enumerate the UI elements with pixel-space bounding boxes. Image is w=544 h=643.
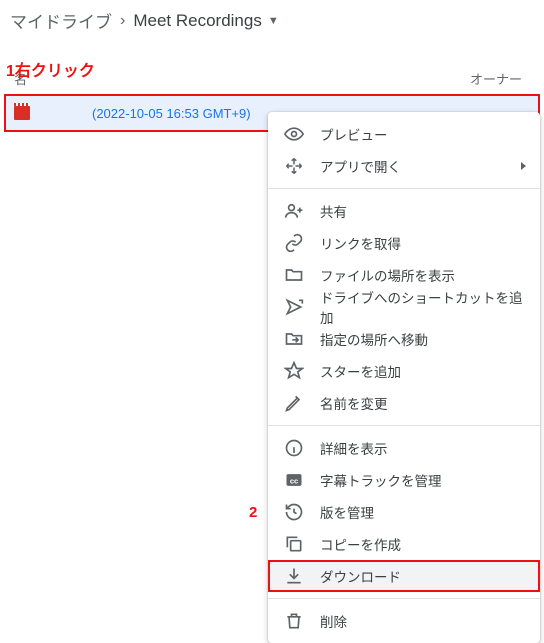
menu-add-shortcut[interactable]: ドライブへのショートカットを追加 (268, 291, 540, 323)
menu-label: 字幕トラックを管理 (320, 470, 442, 490)
menu-label: 名前を変更 (320, 393, 388, 413)
menu-label: ダウンロード (320, 566, 401, 586)
cc-icon: cc (284, 470, 304, 490)
video-file-icon (14, 106, 30, 120)
breadcrumb-root[interactable]: マイドライブ (10, 8, 112, 33)
chevron-right-icon: › (120, 12, 125, 30)
eye-icon (284, 124, 304, 144)
copy-icon (284, 534, 304, 554)
menu-open-with[interactable]: アプリで開く (268, 150, 540, 182)
menu-preview[interactable]: プレビュー (268, 118, 540, 150)
column-header-name[interactable]: 名 (14, 69, 470, 88)
menu-label: 版を管理 (320, 502, 374, 522)
info-icon (284, 438, 304, 458)
menu-label: ファイルの場所を表示 (320, 265, 455, 285)
menu-label: スターを追加 (320, 361, 401, 381)
list-header: 名 オーナー (0, 43, 544, 94)
annotation-step-2: 2 (249, 504, 257, 521)
menu-get-link[interactable]: リンクを取得 (268, 227, 540, 259)
menu-add-star[interactable]: スターを追加 (268, 355, 540, 387)
menu-label: 詳細を表示 (320, 438, 388, 458)
breadcrumb-current-label: Meet Recordings (133, 11, 262, 31)
menu-versions[interactable]: 版を管理 (268, 496, 540, 528)
person-add-icon (284, 201, 304, 221)
context-menu: プレビュー アプリで開く 共有 リンクを取得 ファイルの場所を表示 ドライブへの… (268, 112, 540, 643)
folder-icon (284, 265, 304, 285)
star-icon (284, 361, 304, 381)
shortcut-icon (284, 297, 304, 317)
trash-icon (284, 611, 304, 631)
history-icon (284, 502, 304, 522)
menu-label: 削除 (320, 611, 347, 631)
column-header-owner[interactable]: オーナー (470, 69, 530, 88)
menu-label: 指定の場所へ移動 (320, 329, 428, 349)
menu-captions[interactable]: cc 字幕トラックを管理 (268, 464, 540, 496)
menu-separator (268, 598, 540, 599)
menu-label: ドライブへのショートカットを追加 (320, 287, 524, 327)
link-icon (284, 233, 304, 253)
menu-label: プレビュー (320, 124, 388, 144)
download-icon (284, 566, 304, 586)
menu-separator (268, 188, 540, 189)
folder-move-icon (284, 329, 304, 349)
menu-move-to[interactable]: 指定の場所へ移動 (268, 323, 540, 355)
menu-share[interactable]: 共有 (268, 195, 540, 227)
breadcrumb: マイドライブ › Meet Recordings ▼ (0, 0, 544, 43)
menu-make-copy[interactable]: コピーを作成 (268, 528, 540, 560)
menu-separator (268, 425, 540, 426)
menu-label: コピーを作成 (320, 534, 401, 554)
move-icon (284, 157, 304, 175)
svg-text:cc: cc (290, 476, 298, 485)
menu-rename[interactable]: 名前を変更 (268, 387, 540, 419)
menu-label: リンクを取得 (320, 233, 401, 253)
pencil-icon (284, 393, 304, 413)
menu-label: 共有 (320, 201, 347, 221)
menu-label: アプリで開く (320, 156, 401, 176)
menu-delete[interactable]: 削除 (268, 605, 540, 637)
breadcrumb-current[interactable]: Meet Recordings ▼ (133, 11, 278, 31)
menu-details[interactable]: 詳細を表示 (268, 432, 540, 464)
menu-download[interactable]: ダウンロード (268, 560, 540, 592)
chevron-down-icon: ▼ (268, 15, 279, 27)
